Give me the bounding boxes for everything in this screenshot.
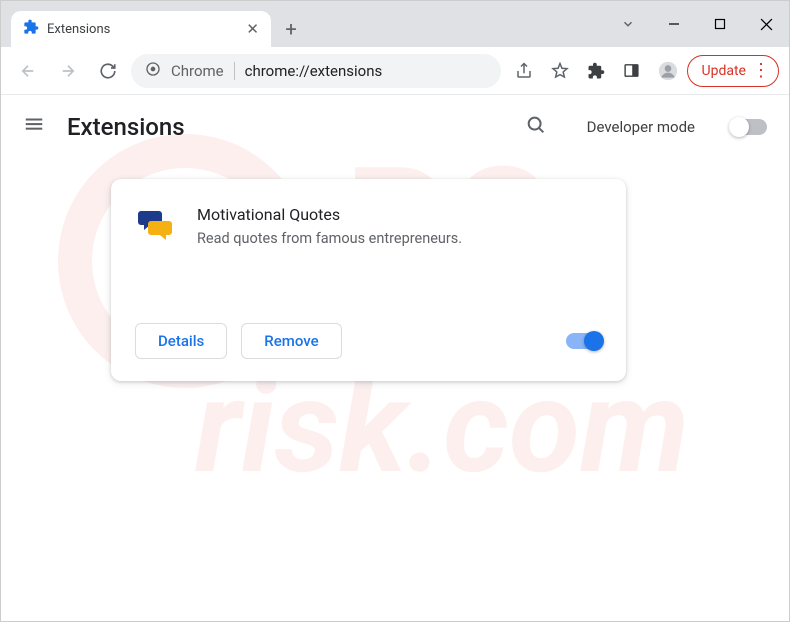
extension-enable-toggle[interactable] (566, 333, 602, 349)
tab-title: Extensions (47, 22, 110, 37)
window-titlebar: Extensions ✕ + (1, 1, 789, 47)
close-window-button[interactable] (743, 1, 789, 47)
chrome-icon (145, 61, 161, 81)
remove-button[interactable]: Remove (241, 323, 341, 359)
profile-icon[interactable] (651, 54, 685, 88)
extensions-content: Motivational Quotes Read quotes from fam… (1, 159, 789, 381)
sidepanel-icon[interactable] (615, 54, 649, 88)
page-title: Extensions (67, 113, 185, 141)
window-controls (605, 1, 789, 47)
share-icon[interactable] (507, 54, 541, 88)
tab-search-icon[interactable] (605, 1, 651, 47)
toolbar: Chrome chrome://extensions Update ⋮ (1, 47, 789, 95)
reload-button[interactable] (91, 54, 125, 88)
back-button[interactable] (11, 54, 45, 88)
browser-tab[interactable]: Extensions ✕ (11, 11, 271, 47)
developer-mode-label: Developer mode (587, 118, 695, 136)
update-label: Update (702, 63, 746, 79)
separator (234, 62, 235, 80)
extension-card: Motivational Quotes Read quotes from fam… (111, 179, 626, 381)
developer-mode-toggle[interactable] (731, 119, 767, 135)
puzzle-icon (23, 19, 39, 39)
hamburger-icon[interactable] (23, 113, 45, 141)
update-button[interactable]: Update ⋮ (687, 55, 779, 87)
extension-description: Read quotes from famous entrepreneurs. (197, 230, 462, 247)
address-bar[interactable]: Chrome chrome://extensions (131, 54, 501, 88)
search-icon[interactable] (525, 114, 547, 140)
omnibox-url: chrome://extensions (245, 62, 383, 80)
omnibox-origin-label: Chrome (171, 62, 224, 80)
details-button[interactable]: Details (135, 323, 227, 359)
bookmark-icon[interactable] (543, 54, 577, 88)
menu-icon: ⋮ (752, 62, 770, 80)
forward-button[interactable] (51, 54, 85, 88)
extension-name: Motivational Quotes (197, 205, 462, 224)
extension-app-icon (135, 205, 175, 245)
close-tab-icon[interactable]: ✕ (246, 20, 259, 38)
extensions-icon[interactable] (579, 54, 613, 88)
minimize-button[interactable] (651, 1, 697, 47)
maximize-button[interactable] (697, 1, 743, 47)
new-tab-button[interactable]: + (277, 15, 305, 43)
extensions-header: Extensions Developer mode (1, 95, 789, 159)
